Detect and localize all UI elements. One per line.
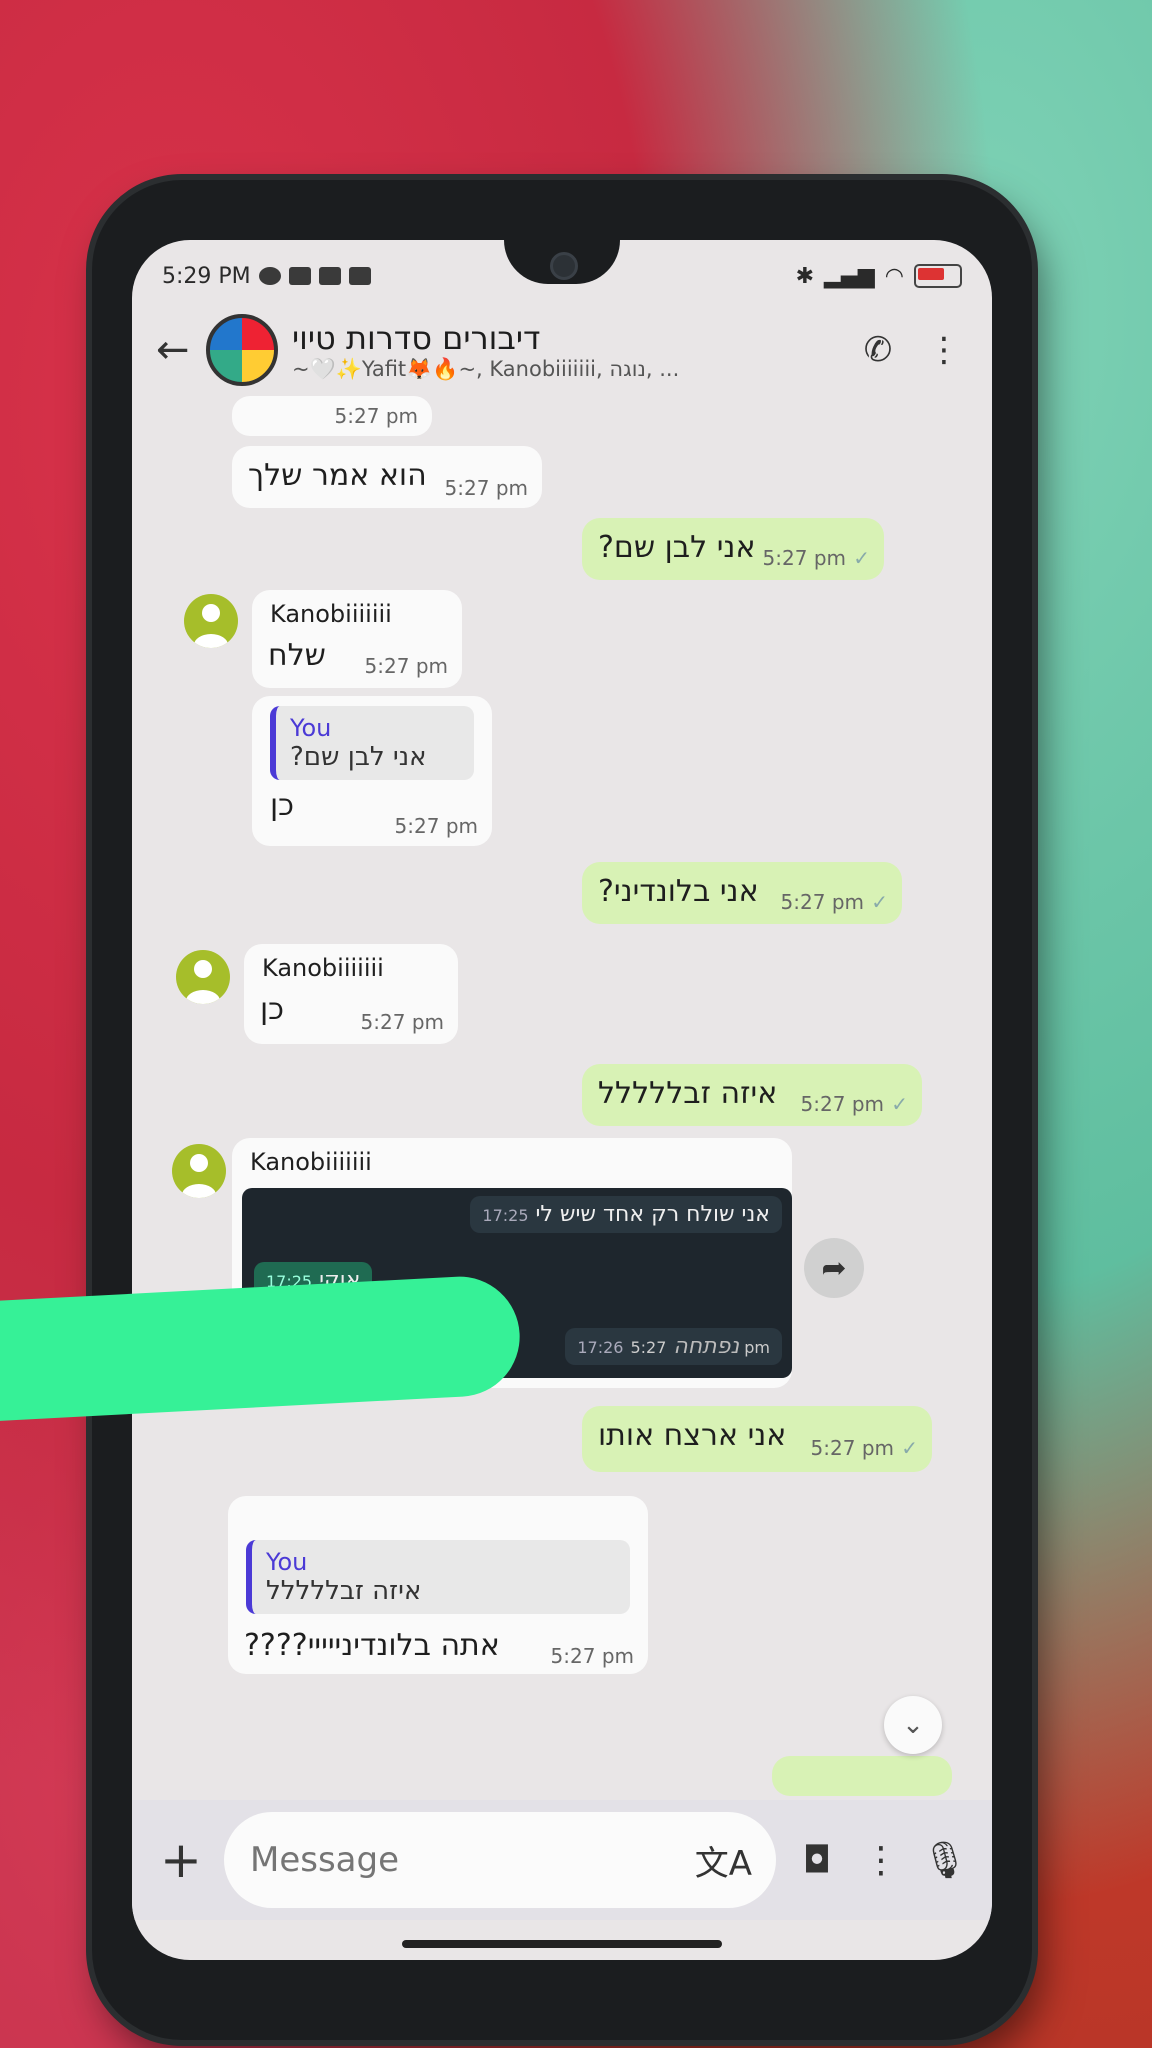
youtube-icon: [348, 267, 371, 285]
embedded-message-time: 17:26: [577, 1338, 624, 1357]
battery-icon: [914, 264, 962, 288]
message-bubble[interactable]: Kanobiiiiiii שלח 5:27 pm: [252, 590, 462, 688]
message-time: 5:27 pm: [360, 1010, 444, 1034]
more-vertical-icon[interactable]: ⋮: [858, 1840, 904, 1881]
message-bubble[interactable]: הוא אמר שלך 5:27 pm: [232, 446, 542, 508]
chat-participants: ~🤍✨Yafit🦊🔥~, Kanobiiiiiii, נוגה, ...: [292, 356, 680, 381]
reply-message-bubble[interactable]: You אני לבן שם? כן 5:27 pm: [252, 696, 492, 846]
outgoing-message-bubble[interactable]: אני ארצח אותו 5:27 pm ✓: [582, 1406, 932, 1472]
sent-check-icon: ✓: [891, 1092, 908, 1116]
sent-check-icon: ✓: [853, 546, 870, 570]
sender-name[interactable]: Kanobiiiiiii: [270, 600, 444, 628]
forward-icon[interactable]: ➦: [804, 1238, 864, 1298]
quote-text: איזה זבללללל: [266, 1576, 422, 1606]
quote-author: You: [266, 1548, 308, 1576]
sent-check-icon: ✓: [871, 890, 888, 914]
signal-icon: ▂▄▆: [824, 263, 875, 289]
quote-text: אני לבן שם?: [290, 742, 427, 772]
status-time: 5:29 PM: [162, 263, 251, 289]
quoted-message[interactable]: You אני לבן שם?: [270, 706, 474, 780]
composer-bar: + 文A ◘ ⋮ 🎙: [132, 1800, 992, 1920]
embedded-message: אני שולח רק אחד שיש לי 17:25: [470, 1196, 782, 1233]
message-text: שלח: [268, 638, 326, 673]
outgoing-message-bubble[interactable]: [772, 1756, 952, 1796]
message-time: 5:27 pm: [444, 476, 528, 500]
bluetooth-icon: ✱: [795, 263, 815, 289]
wifi-icon: ◠: [884, 263, 904, 289]
message-time: 5:27 pm: [780, 890, 864, 914]
chat-screen: 5:29 PM ✱ ▂▄▆ ◠ ← דיבורים סדרות טיוי ~🤍✨…: [132, 240, 992, 1960]
quoted-message[interactable]: You איזה זבללללל: [246, 1540, 630, 1614]
outgoing-message-bubble[interactable]: איזה זבללללל 5:27 pm ✓: [582, 1064, 922, 1126]
sender-name[interactable]: Kanobiiiiiii: [250, 1148, 774, 1176]
more-options-icon[interactable]: ⋮: [920, 330, 968, 370]
group-avatar[interactable]: [206, 314, 278, 386]
message-text: אני לבן שם?: [598, 530, 756, 565]
mute-icon: [288, 267, 311, 285]
message-text: אני בלונדיני?: [598, 874, 759, 909]
moon-icon: [258, 267, 281, 285]
message-field[interactable]: 文A: [224, 1812, 776, 1908]
reply-message-body: אתה בלונדינייייי???? 5:27 pm: [228, 1622, 648, 1682]
status-bar: 5:29 PM ✱ ▂▄▆ ◠: [162, 256, 962, 296]
message-time: 5:27 pm: [800, 1092, 884, 1116]
avatar[interactable]: [176, 950, 230, 1004]
avatar[interactable]: [184, 594, 238, 648]
microphone-icon[interactable]: 🎙: [922, 1839, 968, 1881]
chat-header: ← דיבורים סדרות טיוי ~🤍✨Yafit🦊🔥~, Kanobi…: [132, 302, 992, 398]
message-text: הוא אמר שלך: [248, 458, 427, 493]
message-time: 5:27 pm: [810, 1436, 894, 1460]
sent-check-icon: ✓: [901, 1436, 918, 1460]
translate-icon[interactable]: 文A: [695, 1836, 752, 1885]
message-list[interactable]: 5:27 pm הוא אמר שלך 5:27 pm אני לבן שם? …: [132, 396, 992, 1796]
chat-title-block[interactable]: דיבורים סדרות טיוי ~🤍✨Yafit🦊🔥~, Kanobiii…: [292, 319, 836, 382]
add-call-icon[interactable]: ✆: [854, 330, 902, 370]
message-time: 5:27 pm: [394, 814, 478, 838]
embedded-message-text: אני שולח רק אחד שיש לי: [535, 1202, 771, 1227]
message-bubble[interactable]: 5:27 pm: [232, 396, 432, 436]
sender-name[interactable]: Kanobiiiiiii: [262, 954, 440, 982]
embedded-message-text: נפתחה: [673, 1334, 740, 1359]
mail-icon: [318, 267, 341, 285]
message-text: כן: [270, 788, 295, 823]
embedded-message-time: 17:25: [482, 1206, 529, 1225]
home-indicator[interactable]: [402, 1940, 722, 1948]
scroll-down-icon[interactable]: ⌄: [884, 1696, 942, 1754]
message-time: 5:27 pm: [762, 546, 846, 570]
message-bubble[interactable]: Kanobiiiiiii כן 5:27 pm: [244, 944, 458, 1044]
arrow-left-icon[interactable]: ←: [156, 327, 206, 373]
camera-icon[interactable]: ◘: [794, 1840, 840, 1881]
message-text: אני ארצח אותו: [598, 1418, 787, 1453]
message-text: כן: [260, 992, 285, 1027]
embedded-message: 17:26 נפתחה 5:27 pm: [565, 1328, 782, 1365]
message-time: 5:27 pm: [334, 404, 418, 428]
quote-author: You: [290, 714, 332, 742]
message-text: איזה זבללללל: [598, 1076, 778, 1111]
outgoing-message-bubble[interactable]: אני לבן שם? 5:27 pm ✓: [582, 518, 884, 580]
attach-plus-icon[interactable]: +: [156, 1831, 206, 1889]
avatar[interactable]: [172, 1144, 226, 1198]
message-time: 5:27 pm: [550, 1644, 634, 1668]
phone: 5:29 PM ✱ ▂▄▆ ◠ ← דיבורים סדרות טיוי ~🤍✨…: [92, 180, 1032, 2040]
chat-title: דיבורים סדרות טיוי: [292, 318, 541, 357]
outgoing-message-bubble[interactable]: אני בלונדיני? 5:27 pm ✓: [582, 862, 902, 924]
message-input[interactable]: [248, 1839, 695, 1881]
message-time: 5:27 pm: [364, 654, 448, 678]
message-text: אתה בלונדינייייי????: [244, 1628, 500, 1663]
